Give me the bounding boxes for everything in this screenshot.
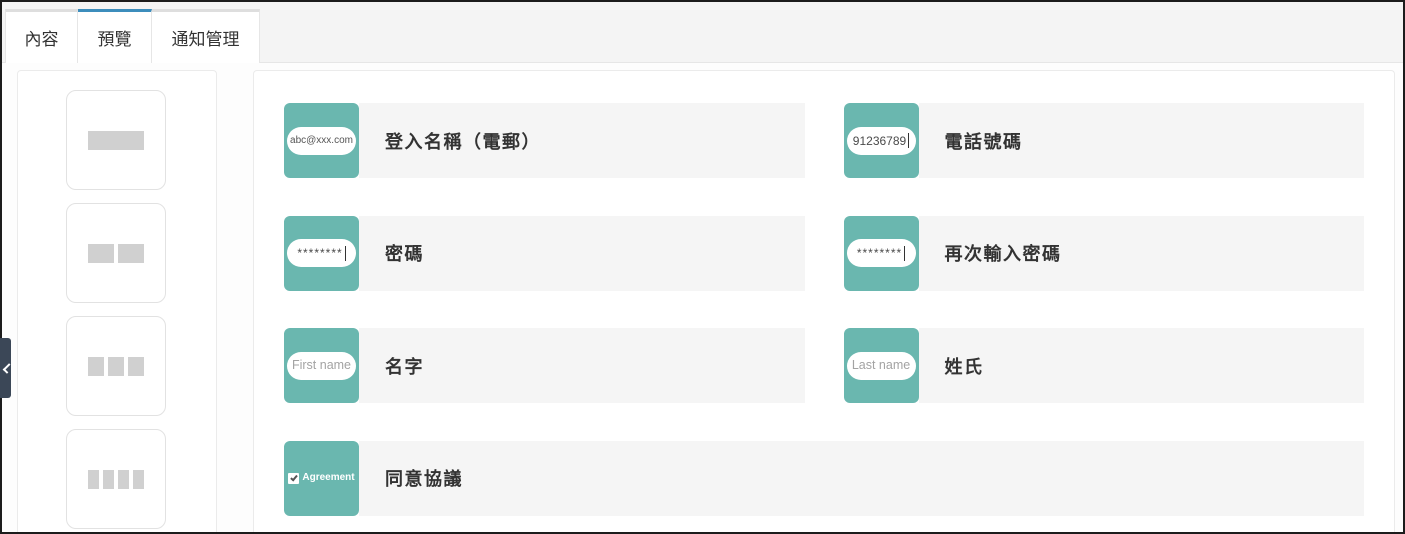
input-placeholder-text: First name xyxy=(291,358,352,373)
form-row: Agreement 同意協議 xyxy=(284,440,1364,516)
field-preview-tile: 91236789 xyxy=(843,103,919,178)
tab-preview[interactable]: 預覽 xyxy=(78,9,152,63)
field-label-bar: 電話號碼 xyxy=(918,103,1364,178)
tab-list: 內容 預覽 通知管理 xyxy=(5,9,260,63)
checkbox-icon xyxy=(288,472,300,484)
field-password[interactable]: ******** 密碼 xyxy=(284,215,805,291)
field-label: 密碼 xyxy=(385,244,424,264)
field-label: 電話號碼 xyxy=(944,131,1023,152)
input-preview: 91236789 xyxy=(846,126,916,155)
layout-columns-preview xyxy=(88,469,144,489)
text-caret xyxy=(904,245,906,261)
field-label-bar: 同意協議 xyxy=(359,440,1364,516)
layout-column-block xyxy=(108,356,124,376)
field-label-bar: 姓氏 xyxy=(918,328,1364,403)
layout-column-block xyxy=(103,469,114,489)
layout-column-block xyxy=(88,356,104,376)
layout-option-list xyxy=(66,90,166,529)
tab-label: 通知管理 xyxy=(171,30,240,49)
layout-column-block xyxy=(133,469,144,489)
tab-content[interactable]: 內容 xyxy=(5,9,78,63)
tab-notification-management[interactable]: 通知管理 xyxy=(152,9,260,63)
tab-label: 預覽 xyxy=(97,30,132,49)
layout-option-two-columns[interactable] xyxy=(66,203,166,303)
form-preview-panel: abc@xxx.com 登入名稱（電郵） 91236789 電話號碼 *****… xyxy=(253,70,1395,532)
text-caret xyxy=(908,133,910,148)
field-last-name[interactable]: Last name 姓氏 xyxy=(843,328,1364,403)
layout-column-block xyxy=(88,130,144,150)
field-label: 名字 xyxy=(385,356,424,377)
field-first-name[interactable]: First name 名字 xyxy=(284,328,805,403)
field-label: 再次輸入密碼 xyxy=(944,244,1062,264)
field-preview-tile: First name xyxy=(284,328,359,403)
layout-column-block xyxy=(118,243,144,263)
input-sample-text: abc@xxx.com xyxy=(290,134,353,146)
text-caret xyxy=(344,245,346,261)
layout-picker-panel xyxy=(17,70,217,532)
field-preview-tile: Agreement xyxy=(284,440,359,516)
field-confirm-password[interactable]: ******** 再次輸入密碼 xyxy=(843,215,1364,291)
input-preview: First name xyxy=(287,351,356,380)
input-preview: abc@xxx.com xyxy=(287,126,356,155)
tab-label: 內容 xyxy=(24,30,59,49)
form-field-grid: abc@xxx.com 登入名稱（電郵） 91236789 電話號碼 *****… xyxy=(284,103,1364,516)
app-frame: 內容 預覽 通知管理 abc@xxx.com 登入名稱（電郵） 91236789… xyxy=(0,0,1405,534)
tab-bar: 內容 預覽 通知管理 xyxy=(2,2,1403,63)
layout-option-one-column[interactable] xyxy=(66,90,166,190)
checkbox-sample-text: Agreement xyxy=(302,472,355,483)
field-phone-number[interactable]: 91236789 電話號碼 xyxy=(843,103,1364,178)
field-label: 同意協議 xyxy=(385,469,463,489)
input-sample-text: ******** xyxy=(297,246,343,260)
input-preview: Last name xyxy=(846,351,916,380)
layout-column-block xyxy=(88,469,99,489)
field-label-bar: 再次輸入密碼 xyxy=(918,215,1364,291)
form-row: abc@xxx.com 登入名稱（電郵） 91236789 電話號碼 xyxy=(284,103,1364,178)
field-label-bar: 名字 xyxy=(359,328,805,403)
input-placeholder-text: Last name xyxy=(851,358,911,373)
layout-columns-preview xyxy=(88,243,144,263)
input-preview: ******** xyxy=(846,239,916,267)
field-login-name[interactable]: abc@xxx.com 登入名稱（電郵） xyxy=(284,103,805,178)
field-preview-tile: Last name xyxy=(843,328,919,403)
field-label: 登入名稱（電郵） xyxy=(385,131,541,152)
input-sample-text: ******** xyxy=(856,246,903,260)
field-agreement[interactable]: Agreement 同意協議 xyxy=(284,440,1364,516)
layout-columns-preview xyxy=(88,130,144,150)
layout-option-three-columns[interactable] xyxy=(66,316,166,416)
input-sample-text: 91236789 xyxy=(852,133,907,148)
checkbox-preview: Agreement xyxy=(288,472,355,484)
form-row: ******** 密碼 ******** 再次輸入密碼 xyxy=(284,215,1364,291)
layout-column-block xyxy=(88,243,114,263)
sidebar-toggle-button[interactable] xyxy=(0,338,14,398)
layout-option-four-columns[interactable] xyxy=(66,429,166,529)
check-icon xyxy=(290,473,298,481)
layout-column-block xyxy=(128,356,144,376)
field-label-bar: 登入名稱（電郵） xyxy=(359,103,805,178)
field-preview-tile: ******** xyxy=(843,215,919,291)
field-label-bar: 密碼 xyxy=(359,215,805,291)
form-row: First name 名字 Last name 姓氏 xyxy=(284,328,1364,403)
input-preview: ******** xyxy=(287,239,356,267)
field-label: 姓氏 xyxy=(944,356,984,377)
layout-columns-preview xyxy=(88,356,144,376)
field-preview-tile: ******** xyxy=(284,215,359,291)
field-preview-tile: abc@xxx.com xyxy=(284,103,359,178)
layout-column-block xyxy=(118,469,129,489)
